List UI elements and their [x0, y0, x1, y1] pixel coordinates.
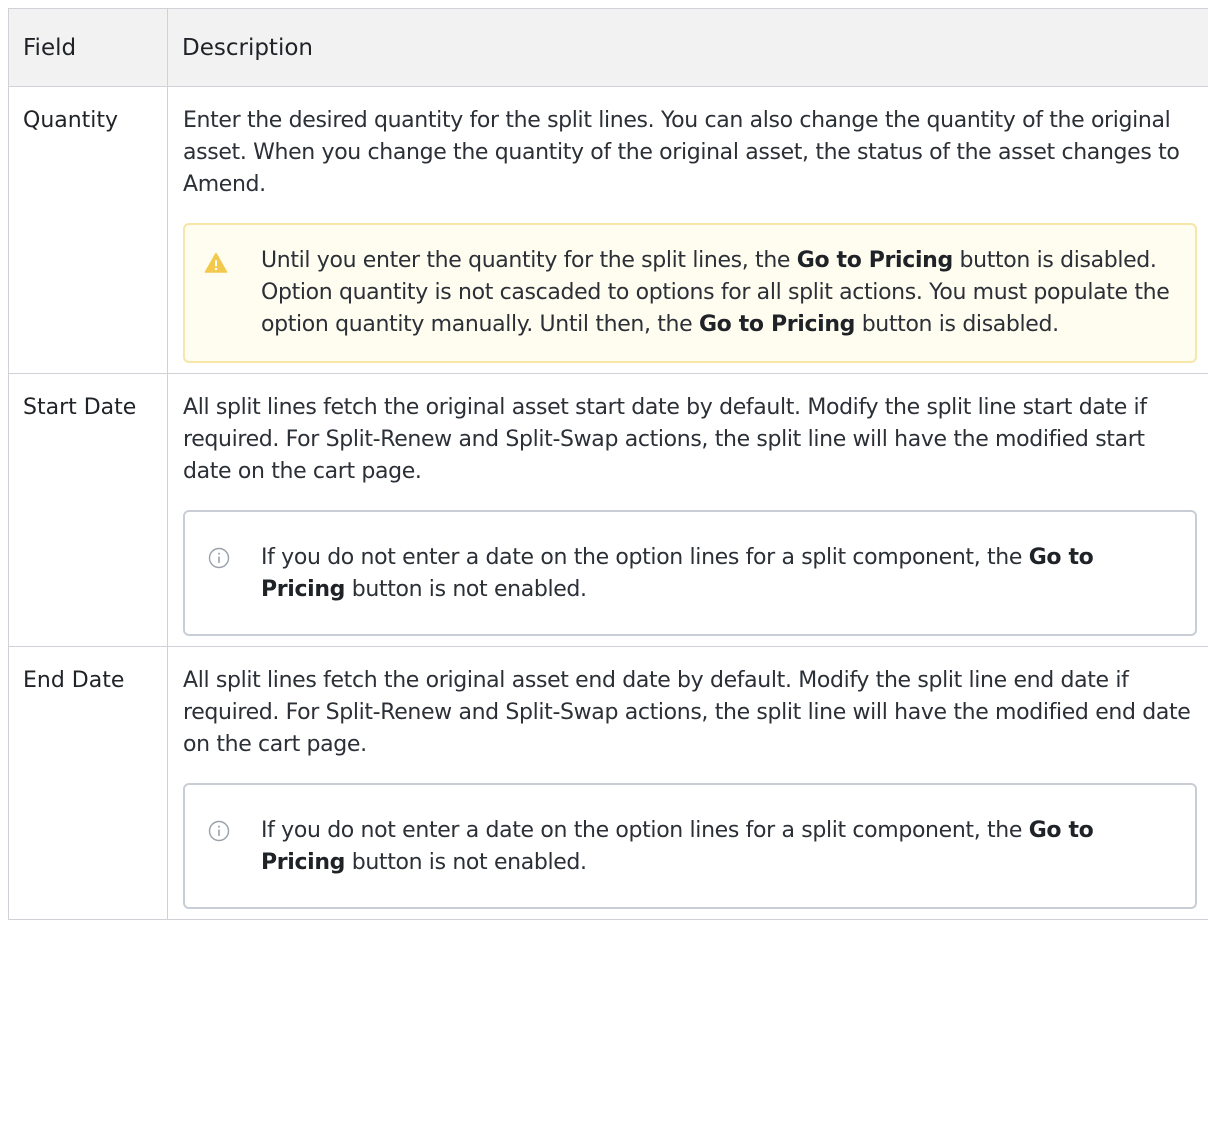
header-field: Field	[8, 8, 168, 87]
description-cell-end-date: All split lines fetch the original asset…	[167, 646, 1208, 920]
description-text: All split lines fetch the original asset…	[183, 668, 1191, 757]
description-cell-quantity: Enter the desired quantity for the split…	[167, 86, 1208, 374]
info-text: If you do not enter a date on the option…	[261, 818, 1029, 843]
table-row-end-date: End Date All split lines fetch the origi…	[8, 646, 1208, 920]
info-callout: If you do not enter a date on the option…	[183, 783, 1197, 909]
table-row-quantity: Quantity Enter the desired quantity for …	[8, 86, 1208, 374]
warning-callout-line1: Until you enter the quantity for the spl…	[261, 245, 1175, 277]
go-to-pricing-label: Go to Pricing	[796, 248, 953, 273]
field-name-quantity: Quantity	[8, 86, 168, 374]
warning-text-2-end: button is disabled.	[855, 312, 1059, 337]
header-description: Description	[167, 8, 1208, 87]
info-icon	[208, 547, 230, 569]
table-row-start-date: Start Date All split lines fetch the ori…	[8, 373, 1208, 647]
info-callout-text: If you do not enter a date on the option…	[261, 815, 1175, 879]
warning-callout: Until you enter the quantity for the spl…	[183, 223, 1197, 363]
warning-callout-line2: Option quantity is not cascaded to optio…	[261, 277, 1175, 341]
info-text-end: button is not enabled.	[345, 577, 587, 602]
description-cell-start-date: All split lines fetch the original asset…	[167, 373, 1208, 647]
info-callout: If you do not enter a date on the option…	[183, 510, 1197, 636]
description-text: All split lines fetch the original asset…	[183, 395, 1147, 484]
warning-icon	[204, 252, 228, 273]
field-description-table: Field Description Quantity Enter the des…	[8, 8, 1208, 920]
description-text: Enter the desired quantity for the split…	[183, 108, 1180, 197]
go-to-pricing-label: Go to Pricing	[698, 312, 856, 337]
table-header-row: Field Description	[8, 8, 1208, 87]
info-text: If you do not enter a date on the option…	[261, 545, 1029, 570]
field-name-start-date: Start Date	[8, 373, 168, 647]
warning-text-1: Until you enter the quantity for the spl…	[261, 248, 797, 273]
info-text-end: button is not enabled.	[345, 850, 587, 875]
warning-text-1-end: button is disabled.	[952, 248, 1157, 273]
info-icon	[208, 820, 230, 842]
info-callout-text: If you do not enter a date on the option…	[261, 542, 1175, 606]
field-name-end-date: End Date	[8, 646, 168, 920]
